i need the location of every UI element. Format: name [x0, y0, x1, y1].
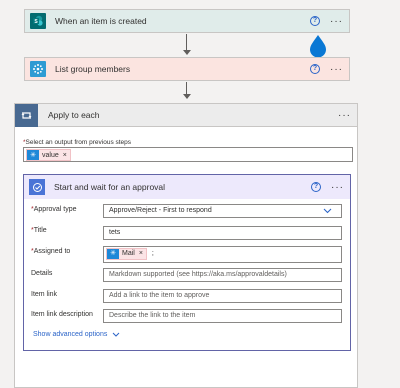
approval-type-dropdown[interactable]: Approve/Reject - First to respond	[103, 204, 342, 218]
assigned-to-field[interactable]: ✳ Mail × ;	[103, 246, 342, 263]
value-token-label: value	[42, 151, 59, 159]
list-members-card[interactable]: List group members ? ···	[24, 57, 350, 81]
help-circle-icon[interactable]: ?	[310, 16, 320, 26]
drop-icon	[309, 34, 327, 58]
remove-token-button[interactable]: ×	[63, 152, 67, 159]
approval-card: Start and wait for an approval ? ··· *Ap…	[23, 174, 351, 351]
approval-title: Start and wait for an approval	[54, 182, 166, 192]
item-link-description-input[interactable]: Describe the link to the item	[103, 309, 342, 323]
show-advanced-options-text: Show advanced options	[33, 331, 108, 338]
trigger-title: When an item is created	[55, 16, 147, 26]
item-link-description-placeholder: Describe the link to the item	[109, 312, 196, 319]
item-link-label: Item link	[31, 291, 58, 298]
apply-to-each-title: Apply to each	[48, 110, 100, 120]
value-token[interactable]: ✳ value ×	[26, 149, 71, 161]
sharepoint-icon: S	[30, 13, 46, 29]
list-members-title: List group members	[55, 64, 131, 74]
item-link-placeholder: Add a link to the item to approve	[109, 292, 210, 299]
approval-more-button[interactable]: ···	[331, 182, 344, 193]
title-input[interactable]: tets	[103, 226, 342, 240]
approval-type-label: *Approval type	[31, 206, 77, 213]
assigned-to-label: *Assigned to	[31, 248, 71, 255]
show-advanced-options-link[interactable]: Show advanced options	[33, 331, 120, 338]
list-members-more-button[interactable]: ···	[330, 64, 343, 75]
loop-icon	[15, 103, 38, 127]
apply-to-each-more-button[interactable]: ···	[338, 110, 351, 121]
office365-users-icon: ✳	[27, 150, 39, 160]
help-circle-icon[interactable]: ?	[310, 64, 320, 74]
assigned-to-separator: ;	[151, 250, 154, 257]
apply-to-each-header[interactable]: Apply to each ···	[15, 103, 357, 127]
arrow-down-icon	[182, 94, 191, 99]
approval-header[interactable]: Start and wait for an approval ? ···	[24, 175, 350, 199]
item-link-description-label: Item link description	[31, 311, 93, 318]
office365-users-icon	[30, 61, 46, 77]
item-link-input[interactable]: Add a link to the item to approve	[103, 289, 342, 303]
details-placeholder: Markdown supported (see https://aka.ms/a…	[109, 271, 287, 278]
apply-to-each-container: Apply to each ··· *Select an output from…	[14, 103, 358, 388]
approvals-icon	[29, 179, 45, 195]
trigger-card[interactable]: S When an item is created ? ···	[24, 9, 350, 33]
approval-type-value: Approve/Reject - First to respond	[109, 207, 212, 214]
title-value: tets	[109, 229, 121, 236]
mail-token-label: Mail	[122, 250, 135, 257]
help-circle-icon[interactable]: ?	[311, 182, 321, 192]
trigger-more-button[interactable]: ···	[330, 16, 343, 27]
title-label: *Title	[31, 227, 47, 234]
chevron-down-icon	[112, 332, 120, 337]
details-label: Details	[31, 270, 53, 277]
arrow-down-icon	[182, 50, 191, 55]
details-input[interactable]: Markdown supported (see https://aka.ms/a…	[103, 268, 342, 282]
select-output-label: *Select an output from previous steps	[23, 139, 131, 146]
mail-token[interactable]: ✳ Mail ×	[106, 248, 147, 260]
remove-token-button[interactable]: ×	[139, 248, 143, 260]
office365-users-icon: ✳	[107, 249, 119, 259]
select-output-text: Select an output from previous steps	[25, 139, 132, 146]
select-output-field[interactable]: ✳ value ×	[23, 147, 353, 162]
chevron-down-icon	[323, 208, 332, 214]
